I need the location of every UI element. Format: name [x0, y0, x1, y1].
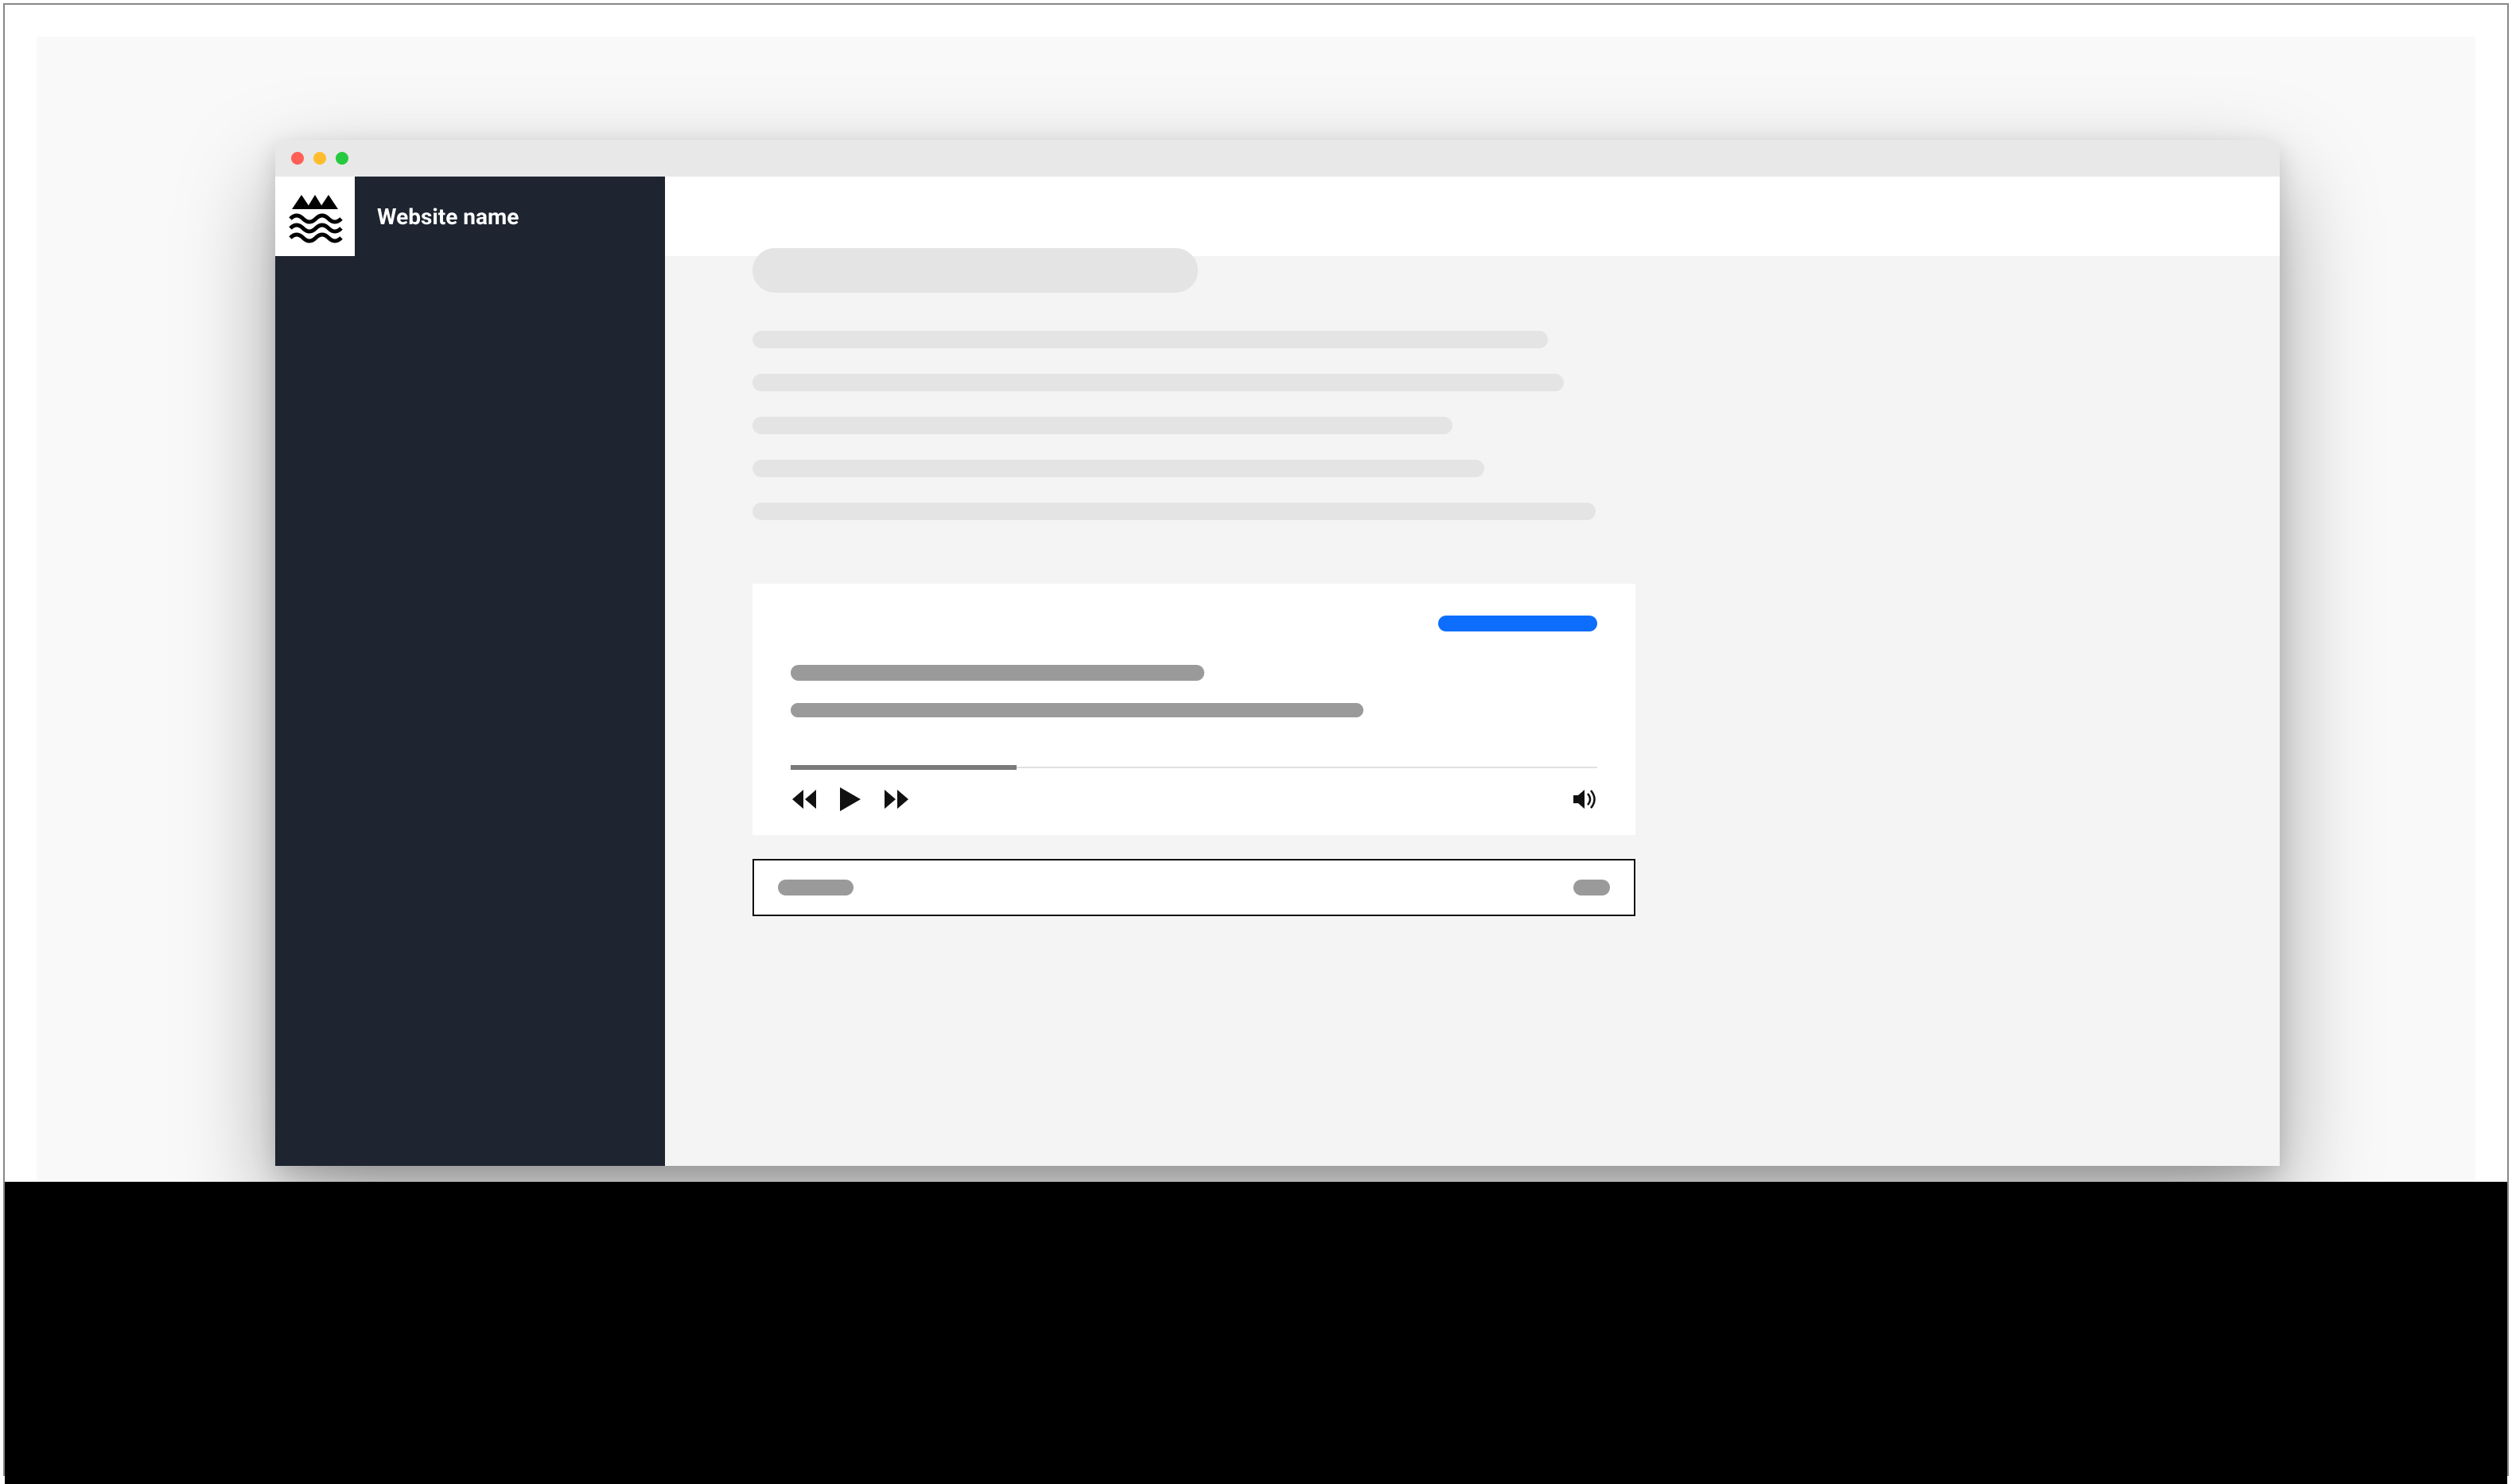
text-line-skeleton: [752, 460, 1484, 477]
brand-row: Website name: [275, 177, 665, 256]
transcript-accordion[interactable]: [752, 859, 1635, 916]
paragraph-skeleton-group: [752, 331, 2208, 520]
minimize-icon[interactable]: [313, 152, 326, 165]
site-name[interactable]: Website name: [377, 204, 519, 230]
card-action-row: [791, 616, 1597, 631]
logo-icon: [287, 188, 343, 244]
player-controls: [791, 786, 1597, 813]
text-line-skeleton: [752, 417, 1452, 434]
progress-fill: [791, 765, 1017, 770]
text-line-skeleton: [752, 503, 1596, 520]
page-title-skeleton: [752, 248, 1198, 293]
audio-progress[interactable]: [791, 765, 1597, 770]
forward-icon: [883, 788, 910, 810]
volume-button[interactable]: [1572, 788, 1597, 810]
text-line-skeleton: [752, 374, 1564, 391]
zoom-icon[interactable]: [336, 152, 348, 165]
forward-button[interactable]: [883, 788, 910, 810]
track-title-skeleton: [791, 665, 1204, 681]
text-line-skeleton: [752, 331, 1548, 348]
track-subtitle-skeleton: [791, 703, 1363, 717]
outer-frame: Website name: [3, 3, 2509, 1476]
article-area: [752, 248, 2208, 916]
canvas-area: Website name: [37, 37, 2475, 1182]
card-action-link[interactable]: [1438, 616, 1597, 631]
play-button[interactable]: [838, 786, 862, 813]
header-strip: [665, 177, 2280, 256]
sidebar: Website name: [275, 177, 665, 1166]
main-content: [665, 177, 2280, 1166]
window-title-bar: [275, 140, 2280, 177]
close-icon[interactable]: [291, 152, 304, 165]
bottom-black-band: [5, 1182, 2507, 1484]
rewind-icon: [791, 788, 818, 810]
play-icon: [838, 786, 862, 813]
site-logo[interactable]: [275, 177, 355, 256]
volume-icon: [1572, 788, 1597, 810]
rewind-button[interactable]: [791, 788, 818, 810]
browser-window: Website name: [275, 140, 2280, 1166]
transcript-label-skeleton: [778, 880, 854, 895]
window-body: Website name: [275, 177, 2280, 1166]
transcript-toggle-skeleton: [1573, 880, 1610, 895]
audio-player-card: [752, 584, 1635, 835]
